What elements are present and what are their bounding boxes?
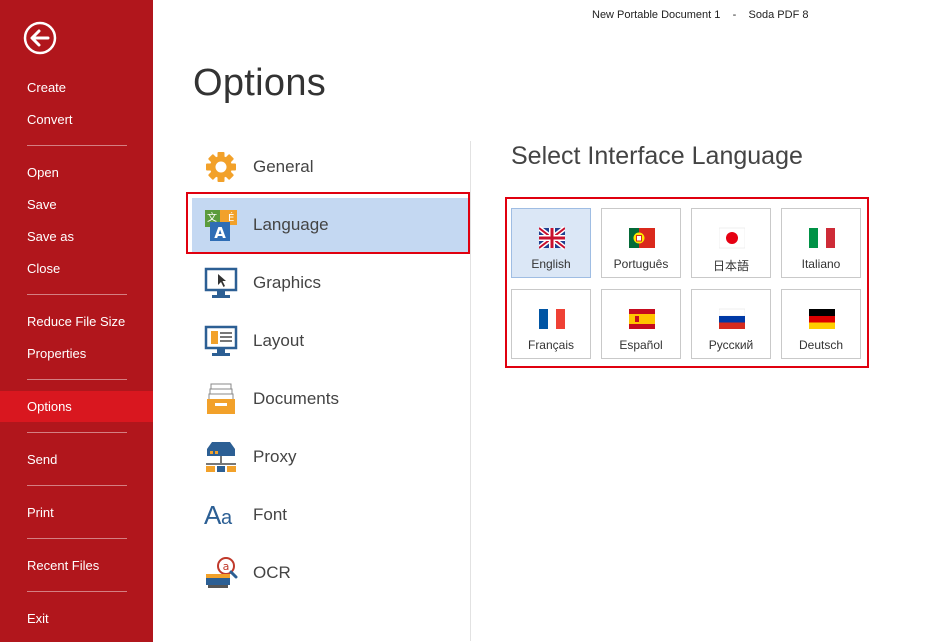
option-label: Layout bbox=[253, 331, 305, 350]
option-general[interactable]: General bbox=[192, 140, 470, 194]
uk-flag-icon bbox=[537, 225, 567, 251]
layout-icon bbox=[204, 324, 238, 358]
option-label: Font bbox=[253, 505, 288, 524]
sidebar-item-label: Close bbox=[27, 261, 61, 276]
language-label: Français bbox=[527, 338, 574, 352]
option-language[interactable]: A 文 É Language bbox=[192, 198, 470, 252]
font-aa-icon: A a bbox=[204, 498, 238, 532]
document-name: New Portable Document 1 bbox=[592, 9, 721, 21]
sidebar-item-send[interactable]: Send bbox=[0, 446, 153, 474]
sidebar-item-reduce-file-size[interactable]: Reduce File Size bbox=[0, 308, 153, 336]
svg-text:A: A bbox=[214, 224, 226, 242]
option-label: Documents bbox=[253, 389, 339, 408]
sidebar-divider bbox=[27, 432, 127, 433]
sidebar-divider bbox=[27, 379, 127, 380]
option-graphics[interactable]: Graphics bbox=[192, 256, 470, 310]
title-separator: - bbox=[732, 9, 737, 21]
monitor-cursor-icon bbox=[204, 266, 238, 300]
language-tile-portuguese[interactable]: Português bbox=[601, 208, 681, 278]
language-label: Русский bbox=[708, 338, 754, 352]
option-label: Graphics bbox=[253, 273, 322, 292]
sidebar-item-properties[interactable]: Properties bbox=[0, 340, 153, 368]
panel-divider bbox=[470, 141, 471, 641]
sidebar-item-label: Save as bbox=[27, 229, 74, 244]
language-tile-german[interactable]: Deutsch bbox=[781, 289, 861, 359]
option-font[interactable]: A a Font bbox=[192, 488, 470, 542]
sidebar-item-label: Convert bbox=[27, 112, 73, 127]
portugal-flag-icon bbox=[629, 225, 655, 251]
language-label: Português bbox=[613, 257, 669, 271]
sidebar-item-label: Open bbox=[27, 165, 59, 180]
sidebar-item-create[interactable]: Create bbox=[0, 74, 153, 102]
sidebar-item-options[interactable]: Options bbox=[0, 391, 153, 422]
sidebar-item-label: Properties bbox=[27, 346, 87, 361]
sidebar-item-recent-files[interactable]: Recent Files bbox=[0, 552, 153, 580]
sidebar-item-label: Options bbox=[27, 399, 72, 414]
window-title: New Portable Document 1 - Soda PDF 8 bbox=[592, 9, 808, 21]
sidebar-item-print[interactable]: Print bbox=[0, 499, 153, 527]
language-icon: A 文 É bbox=[204, 208, 238, 242]
option-layout[interactable]: Layout bbox=[192, 314, 470, 368]
sidebar-item-label: Create bbox=[27, 80, 67, 95]
ocr-scanner-icon: a bbox=[204, 556, 238, 590]
russia-flag-icon bbox=[718, 306, 746, 332]
option-proxy[interactable]: Proxy bbox=[192, 430, 470, 484]
sidebar-item-label: Reduce File Size bbox=[27, 314, 126, 329]
svg-text:A: A bbox=[204, 500, 222, 530]
option-label: Proxy bbox=[253, 447, 297, 466]
option-documents[interactable]: Documents bbox=[192, 372, 470, 426]
sidebar-item-label: Exit bbox=[27, 611, 49, 626]
app-name: Soda PDF 8 bbox=[748, 9, 809, 21]
back-arrow-icon[interactable] bbox=[23, 21, 57, 55]
gear-icon bbox=[204, 150, 238, 184]
sidebar-divider bbox=[27, 145, 127, 146]
sidebar-item-convert[interactable]: Convert bbox=[0, 106, 153, 134]
sidebar-item-exit[interactable]: Exit bbox=[0, 605, 153, 633]
sidebar-divider bbox=[27, 485, 127, 486]
sidebar-item-save[interactable]: Save bbox=[0, 191, 153, 219]
option-ocr[interactable]: a OCR bbox=[192, 546, 470, 600]
language-label: Español bbox=[619, 338, 663, 352]
option-label: OCR bbox=[253, 563, 291, 582]
language-tile-french[interactable]: Français bbox=[511, 289, 591, 359]
language-tile-spanish[interactable]: Español bbox=[601, 289, 681, 359]
option-label: General bbox=[253, 157, 314, 176]
sidebar: Create Convert Open Save Save as Close R… bbox=[0, 0, 153, 642]
sidebar-divider bbox=[27, 538, 127, 539]
sidebar-divider bbox=[27, 294, 127, 295]
proxy-network-icon bbox=[204, 440, 238, 474]
language-tile-russian[interactable]: Русский bbox=[691, 289, 771, 359]
svg-text:É: É bbox=[228, 211, 234, 224]
sidebar-item-label: Send bbox=[27, 452, 58, 467]
language-label: Deutsch bbox=[798, 338, 844, 352]
documents-tray-icon bbox=[204, 382, 238, 416]
language-tile-english[interactable]: English bbox=[511, 208, 591, 278]
spain-flag-icon bbox=[629, 306, 655, 332]
svg-text:文: 文 bbox=[207, 211, 217, 224]
italy-flag-icon bbox=[809, 225, 835, 251]
option-label: Language bbox=[253, 215, 329, 234]
language-label: English bbox=[531, 257, 571, 271]
language-tile-japanese[interactable]: 日本語 bbox=[691, 208, 771, 278]
germany-flag-icon bbox=[809, 306, 835, 332]
sidebar-item-label: Save bbox=[27, 197, 57, 212]
language-label: 日本語 bbox=[712, 259, 749, 273]
france-flag-icon bbox=[539, 306, 565, 332]
sidebar-item-label: Recent Files bbox=[27, 558, 100, 573]
sidebar-item-open[interactable]: Open bbox=[0, 159, 153, 187]
sidebar-item-save-as[interactable]: Save as bbox=[0, 223, 153, 251]
sidebar-item-label: Print bbox=[27, 505, 54, 520]
language-label: Italiano bbox=[801, 257, 841, 271]
sidebar-item-close[interactable]: Close bbox=[0, 255, 153, 283]
language-panel-title: Select Interface Language bbox=[511, 142, 803, 170]
page-title: Options bbox=[193, 62, 327, 104]
sidebar-divider bbox=[27, 591, 127, 592]
svg-text:a: a bbox=[221, 507, 233, 529]
japan-flag-icon bbox=[718, 225, 746, 251]
svg-text:a: a bbox=[223, 560, 230, 573]
language-tile-italian[interactable]: Italiano bbox=[781, 208, 861, 278]
